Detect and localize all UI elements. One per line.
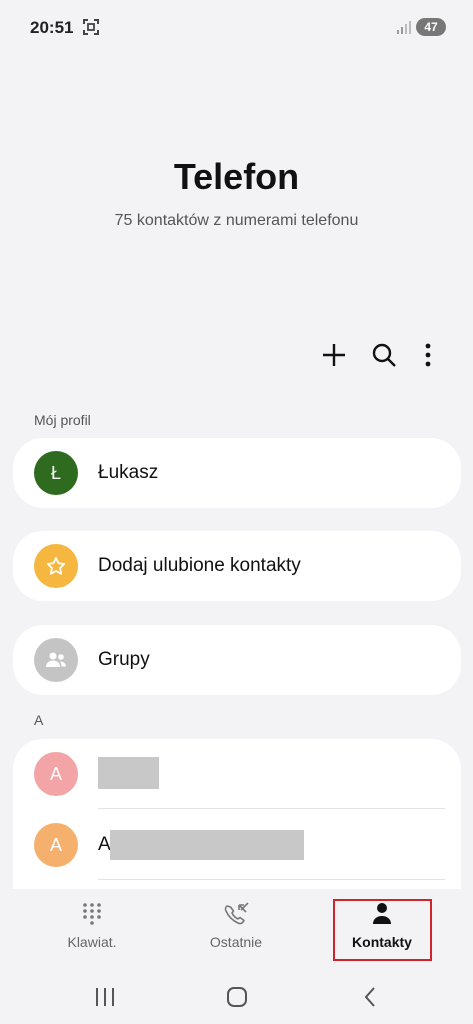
redacted-name [98, 757, 159, 789]
tab-keypad-label: Klawiat. [67, 934, 117, 950]
groups-icon [46, 652, 66, 667]
add-favorites-label: Dodaj ulubione kontakty [98, 555, 301, 576]
back-icon[interactable] [358, 984, 384, 1010]
status-bar: 20:51 47 [0, 0, 473, 56]
contact-list: A A A [13, 739, 461, 889]
home-icon[interactable] [224, 984, 250, 1010]
recents-icon[interactable] [92, 984, 118, 1010]
add-favorites-card[interactable]: Dodaj ulubione kontakty [13, 531, 461, 601]
system-nav [0, 970, 473, 1024]
avatar-initial: A [49, 835, 62, 855]
plus-icon[interactable] [319, 340, 349, 370]
avatar-initial: Ł [50, 463, 61, 483]
divider [98, 879, 445, 880]
avatar: Ł [34, 451, 78, 495]
profile-name: Łukasz [98, 462, 159, 483]
redacted-name [110, 830, 304, 860]
profile-card[interactable]: Ł Łukasz [13, 438, 461, 508]
highlight-box [333, 899, 432, 961]
list-item[interactable]: A A [13, 810, 461, 880]
groups-card[interactable]: Grupy [13, 625, 461, 695]
avatar-initial: A [49, 764, 62, 784]
avatar: A [34, 823, 78, 867]
list-item[interactable]: A [13, 739, 461, 809]
more-vertical-icon[interactable] [413, 340, 443, 370]
page-subtitle: 75 kontaktów z numerami telefonu [114, 212, 359, 229]
tab-recents-label: Ostatnie [209, 934, 263, 950]
divider [98, 808, 445, 809]
groups-label: Grupy [98, 649, 150, 670]
star-icon [46, 557, 66, 575]
battery-badge: 47 [416, 18, 446, 36]
contact-name: A [98, 834, 111, 855]
tab-keypad[interactable]: Klawiat. [22, 890, 162, 965]
section-label-a: A [34, 712, 44, 728]
screenshot-icon [83, 19, 99, 35]
avatar: A [34, 752, 78, 796]
section-label-my-profile: Mój profil [34, 412, 91, 428]
groups-avatar [34, 638, 78, 682]
page-title: Telefon [173, 156, 300, 197]
keypad-icon [83, 903, 101, 925]
favorites-avatar [34, 544, 78, 588]
recent-calls-icon [224, 902, 249, 925]
signal-icon [397, 21, 411, 34]
status-time: 20:51 [30, 18, 74, 37]
search-icon[interactable] [369, 340, 399, 370]
tab-recents[interactable]: Ostatnie [166, 890, 306, 965]
